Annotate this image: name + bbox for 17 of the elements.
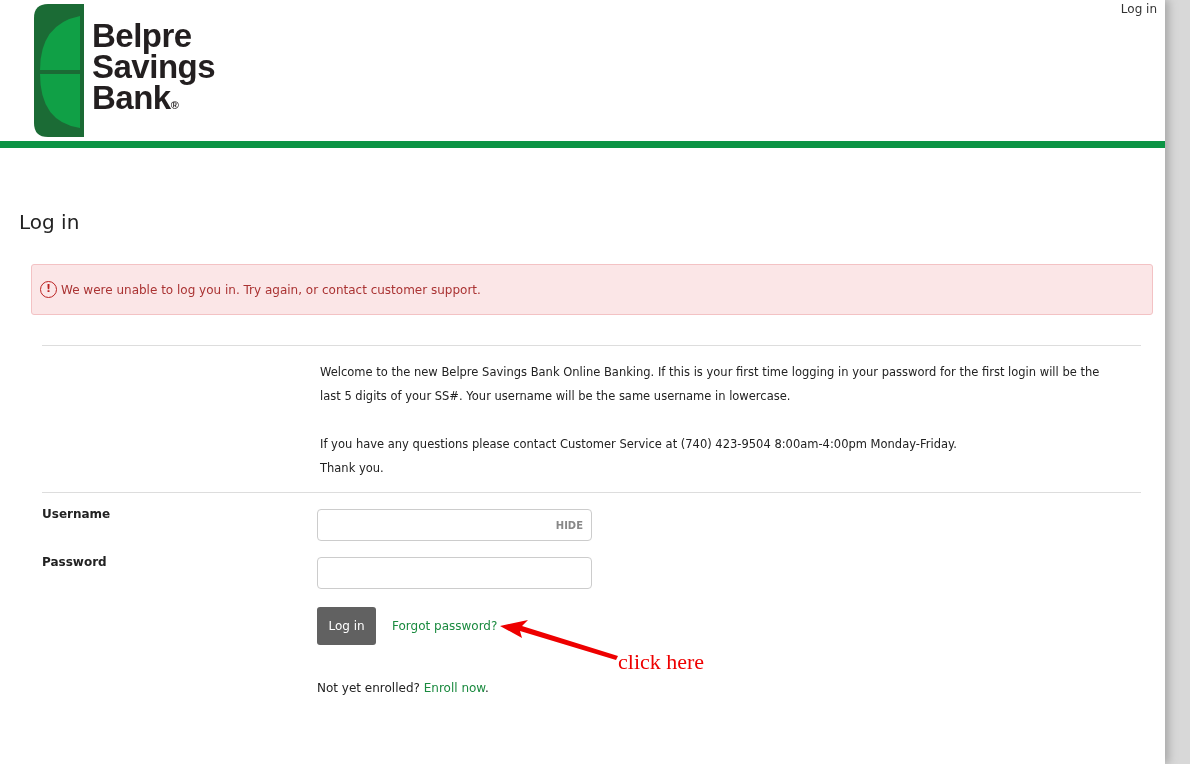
forgot-password-link[interactable]: Forgot password?: [392, 617, 498, 635]
input-field[interactable]: [317, 557, 592, 589]
input-field[interactable]: HIDE: [317, 509, 592, 541]
logo-text: Bank®: [92, 82, 179, 118]
field-label: Password: [42, 554, 108, 571]
field-label: Username: [42, 506, 112, 523]
login-link[interactable]: Log in: [1120, 2, 1157, 16]
welcome-paragraph: Thank you.: [320, 460, 385, 477]
page-title: Log in: [19, 210, 81, 234]
hide-toggle[interactable]: HIDE: [555, 517, 583, 533]
leaf-logo-icon: [34, 4, 84, 137]
welcome-paragraph: If you have any questions please contact Customer Service at (740) 423-9504 8:00am-4:00pm Monday-Friday.: [320, 436, 958, 453]
login-button[interactable]: Log in: [317, 607, 376, 645]
annotation-text: click here: [618, 648, 705, 676]
error-message: We were unable to log you in. Try again, or contact customer support.: [61, 281, 481, 299]
enroll-prompt: Not yet enrolled? Enroll now.: [317, 681, 489, 695]
welcome-paragraph: Welcome to the new Belpre Savings Bank Online Banking. If this is your first time logging in your password for the first login will be the last 5 digits of your SS#. Your username will be the same username in lowercase.: [320, 364, 1101, 405]
